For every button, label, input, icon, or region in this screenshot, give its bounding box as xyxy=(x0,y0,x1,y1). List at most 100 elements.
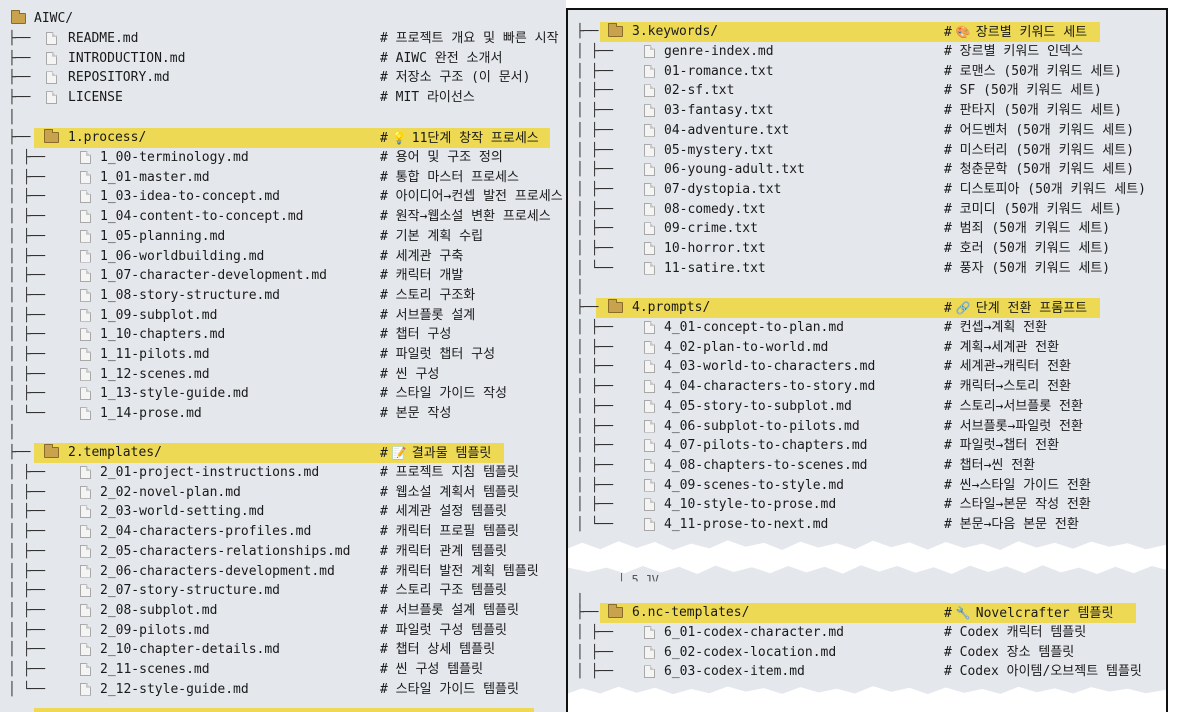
tree-item[interactable]: │ ├── 6_01-codex-character.md # Codex 캐릭터… xyxy=(568,623,1166,643)
tree-item[interactable]: │ └── 4_11-prose-to-next.md # 본문→다음 본문 전환 xyxy=(568,515,1166,535)
file-name[interactable]: 2_12-style-guide.md xyxy=(100,680,249,700)
tree-item[interactable]: │ ├── 2_11-scenes.md # 씬 구성 템플릿 xyxy=(0,660,566,680)
file-name[interactable]: 6_01-codex-character.md xyxy=(664,623,844,643)
folder-name[interactable]: 1.process/ xyxy=(68,128,146,148)
file-name[interactable]: 1_01-master.md xyxy=(100,168,210,188)
file-name[interactable]: 2_11-scenes.md xyxy=(100,660,210,680)
tree-item[interactable]: │ ├── 1_04-content-to-concept.md # 원작→웹소설… xyxy=(0,207,566,227)
tree-item[interactable]: │ ├── 09-crime.txt # 범죄 (50개 키워드 세트) xyxy=(568,219,1166,239)
tree-item[interactable]: │ ├── 2_04-characters-profiles.md # 캐릭터 프… xyxy=(0,522,566,542)
folder-name[interactable]: 4.prompts/ xyxy=(632,298,710,318)
tree-item[interactable]: │ ├── 4_01-concept-to-plan.md # 컨셉→계획 전환 xyxy=(568,318,1166,338)
file-name[interactable]: 10-horror.txt xyxy=(664,239,766,259)
file-name[interactable]: 1_12-scenes.md xyxy=(100,365,210,385)
file-name[interactable]: 2_04-characters-profiles.md xyxy=(100,522,311,542)
tree-item[interactable]: │ ├── 01-romance.txt # 로맨스 (50개 키워드 세트) xyxy=(568,62,1166,82)
file-name[interactable]: 03-fantasy.txt xyxy=(664,101,774,121)
file-name[interactable]: 08-comedy.txt xyxy=(664,200,766,220)
file-name[interactable]: 4_01-concept-to-plan.md xyxy=(664,318,844,338)
file-name[interactable]: 1_08-story-structure.md xyxy=(100,286,280,306)
file-name[interactable]: 01-romance.txt xyxy=(664,62,774,82)
tree-item[interactable]: │ ├── 08-comedy.txt # 코미디 (50개 키워드 세트) xyxy=(568,200,1166,220)
tree-item[interactable]: ├── LICENSE # MIT 라이선스 xyxy=(0,88,566,108)
tree-item[interactable]: │ ├── 1_06-worldbuilding.md # 세계관 구축 xyxy=(0,247,566,267)
tree-item[interactable]: │ ├── 1_10-chapters.md # 챕터 구성 xyxy=(0,325,566,345)
file-name[interactable]: 2_10-chapter-details.md xyxy=(100,640,280,660)
file-name[interactable]: 04-adventure.txt xyxy=(664,121,789,141)
file-name[interactable]: REPOSITORY.md xyxy=(68,68,170,88)
tree-item[interactable]: │ ├── 2_05-characters-relationships.md # … xyxy=(0,542,566,562)
file-name[interactable]: 2_02-novel-plan.md xyxy=(100,483,241,503)
tree-item[interactable]: │ ├── 1_00-terminology.md # 용어 및 구조 정의 xyxy=(0,148,566,168)
folder-name[interactable]: AIWC/ xyxy=(34,9,73,29)
file-name[interactable]: 4_05-story-to-subplot.md xyxy=(664,397,852,417)
tree-item[interactable]: │ ├── 1_08-story-structure.md # 스토리 구조화 xyxy=(0,286,566,306)
tree-item[interactable]: │ └── 11-satire.txt # 풍자 (50개 키워드 세트) xyxy=(568,259,1166,279)
tree-item[interactable]: │ ├── 2_03-world-setting.md # 세계관 설정 템플릿 xyxy=(0,502,566,522)
file-name[interactable]: 05-mystery.txt xyxy=(664,141,774,161)
file-name[interactable]: 1_14-prose.md xyxy=(100,404,202,424)
tree-item[interactable]: │ ├── 06-young-adult.txt # 청춘문학 (50개 키워드 … xyxy=(568,160,1166,180)
tree-item[interactable]: │ ├── 4_03-world-to-characters.md # 세계관→캐… xyxy=(568,357,1166,377)
tree-item[interactable]: │ ├── 03-fantasy.txt # 판타지 (50개 키워드 세트) xyxy=(568,101,1166,121)
file-name[interactable]: 1_03-idea-to-concept.md xyxy=(100,187,280,207)
tree-item[interactable]: │ ├── 4_04-characters-to-story.md # 캐릭터→스… xyxy=(568,377,1166,397)
file-name[interactable]: 4_08-chapters-to-scenes.md xyxy=(664,456,868,476)
folder-row-nc-templates[interactable]: ├── 6.nc-templates/ # 🔧 Novelcrafter 템플릿 xyxy=(568,603,1166,623)
tree-item[interactable]: │ ├── 2_09-pilots.md # 파일럿 구성 템플릿 xyxy=(0,621,566,641)
tree-item[interactable]: │ ├── 4_07-pilots-to-chapters.md # 파일럿→챕터… xyxy=(568,436,1166,456)
tree-item[interactable]: │ ├── 04-adventure.txt # 어드벤처 (50개 키워드 세트… xyxy=(568,121,1166,141)
file-name[interactable]: 1_06-worldbuilding.md xyxy=(100,247,264,267)
tree-item[interactable]: ├── REPOSITORY.md # 저장소 구조 (이 문서) xyxy=(0,68,566,88)
file-name[interactable]: 1_07-character-development.md xyxy=(100,266,327,286)
folder-row-prompts[interactable]: ├── 4.prompts/ # 🔗 단계 전환 프롬프트 xyxy=(568,298,1166,318)
file-name[interactable]: 1_10-chapters.md xyxy=(100,325,225,345)
tree-item[interactable]: │ ├── 1_07-character-development.md # 캐릭터… xyxy=(0,266,566,286)
tree-item[interactable]: │ ├── 1_13-style-guide.md # 스타일 가이드 작성 xyxy=(0,384,566,404)
tree-item[interactable]: ├── README.md # 프로젝트 개요 및 빠른 시작 xyxy=(0,29,566,49)
tree-item[interactable]: │ ├── 4_02-plan-to-world.md # 계획→세계관 전환 xyxy=(568,338,1166,358)
file-name[interactable]: INTRODUCTION.md xyxy=(68,49,185,69)
file-name[interactable]: 1_04-content-to-concept.md xyxy=(100,207,304,227)
file-name[interactable]: 4_03-world-to-characters.md xyxy=(664,357,875,377)
file-name[interactable]: 06-young-adult.txt xyxy=(664,160,805,180)
file-name[interactable]: 4_02-plan-to-world.md xyxy=(664,338,828,358)
tree-item[interactable]: │ ├── 2_07-story-structure.md # 스토리 구조 템플… xyxy=(0,581,566,601)
file-name[interactable]: 1_13-style-guide.md xyxy=(100,384,249,404)
file-name[interactable]: 4_10-style-to-prose.md xyxy=(664,495,836,515)
tree-item[interactable]: │ ├── 4_06-subplot-to-pilots.md # 서브플롯→파일… xyxy=(568,417,1166,437)
tree-item[interactable]: │ ├── 2_01-project-instructions.md # 프로젝트… xyxy=(0,463,566,483)
tree-item[interactable]: ├── INTRODUCTION.md # AIWC 완전 소개서 xyxy=(0,49,566,69)
file-name[interactable]: 1_09-subplot.md xyxy=(100,306,217,326)
tree-item[interactable]: │ ├── 2_08-subplot.md # 서브플롯 설계 템플릿 xyxy=(0,601,566,621)
tree-item[interactable]: │ ├── 02-sf.txt # SF (50개 키워드 세트) xyxy=(568,81,1166,101)
tree-item[interactable]: │ ├── 07-dystopia.txt # 디스토피아 (50개 키워드 세트… xyxy=(568,180,1166,200)
tree-item[interactable]: │ ├── 05-mystery.txt # 미스터리 (50개 키워드 세트) xyxy=(568,141,1166,161)
tree-item[interactable]: │ ├── 1_11-pilots.md # 파일럿 챕터 구성 xyxy=(0,345,566,365)
file-name[interactable]: 6_03-codex-item.md xyxy=(664,662,805,682)
tree-item[interactable]: │ ├── 6_03-codex-item.md # Codex 아이템/오브젝트… xyxy=(568,662,1166,682)
file-name[interactable]: 1_05-planning.md xyxy=(100,227,225,247)
file-name[interactable]: README.md xyxy=(68,29,138,49)
folder-name[interactable]: 2.templates/ xyxy=(68,443,162,463)
tree-item[interactable]: │ ├── 2_06-characters-development.md # 캐릭… xyxy=(0,562,566,582)
tree-item[interactable]: │ ├── 4_10-style-to-prose.md # 스타일→본문 작성 … xyxy=(568,495,1166,515)
tree-item[interactable]: │ ├── 1_05-planning.md # 기본 계획 수립 xyxy=(0,227,566,247)
folder-row-keywords[interactable]: ├── 3.keywords/ # 🎨 장르별 키워드 세트 xyxy=(568,22,1166,42)
file-name[interactable]: 1_00-terminology.md xyxy=(100,148,249,168)
tree-item[interactable]: │ └── 1_14-prose.md # 본문 작성 xyxy=(0,404,566,424)
tree-item[interactable]: │ ├── 4_08-chapters-to-scenes.md # 챕터→씬 전… xyxy=(568,456,1166,476)
tree-item[interactable]: │ ├── 10-horror.txt # 호러 (50개 키워드 세트) xyxy=(568,239,1166,259)
file-name[interactable]: LICENSE xyxy=(68,88,123,108)
tree-spacer[interactable]: │ xyxy=(0,423,566,443)
file-name[interactable]: 4_04-characters-to-story.md xyxy=(664,377,875,397)
file-name[interactable]: 2_03-world-setting.md xyxy=(100,502,264,522)
file-name[interactable]: 4_11-prose-to-next.md xyxy=(664,515,828,535)
file-name[interactable]: 2_01-project-instructions.md xyxy=(100,463,319,483)
tree-item[interactable]: │ ├── 1_12-scenes.md # 씬 구성 xyxy=(0,365,566,385)
file-name[interactable]: 2_08-subplot.md xyxy=(100,601,217,621)
file-name[interactable]: 02-sf.txt xyxy=(664,81,734,101)
file-name[interactable]: 4_09-scenes-to-style.md xyxy=(664,476,844,496)
folder-name[interactable]: 3.keywords/ xyxy=(632,22,718,42)
root-folder[interactable]: AIWC/ xyxy=(0,9,566,29)
